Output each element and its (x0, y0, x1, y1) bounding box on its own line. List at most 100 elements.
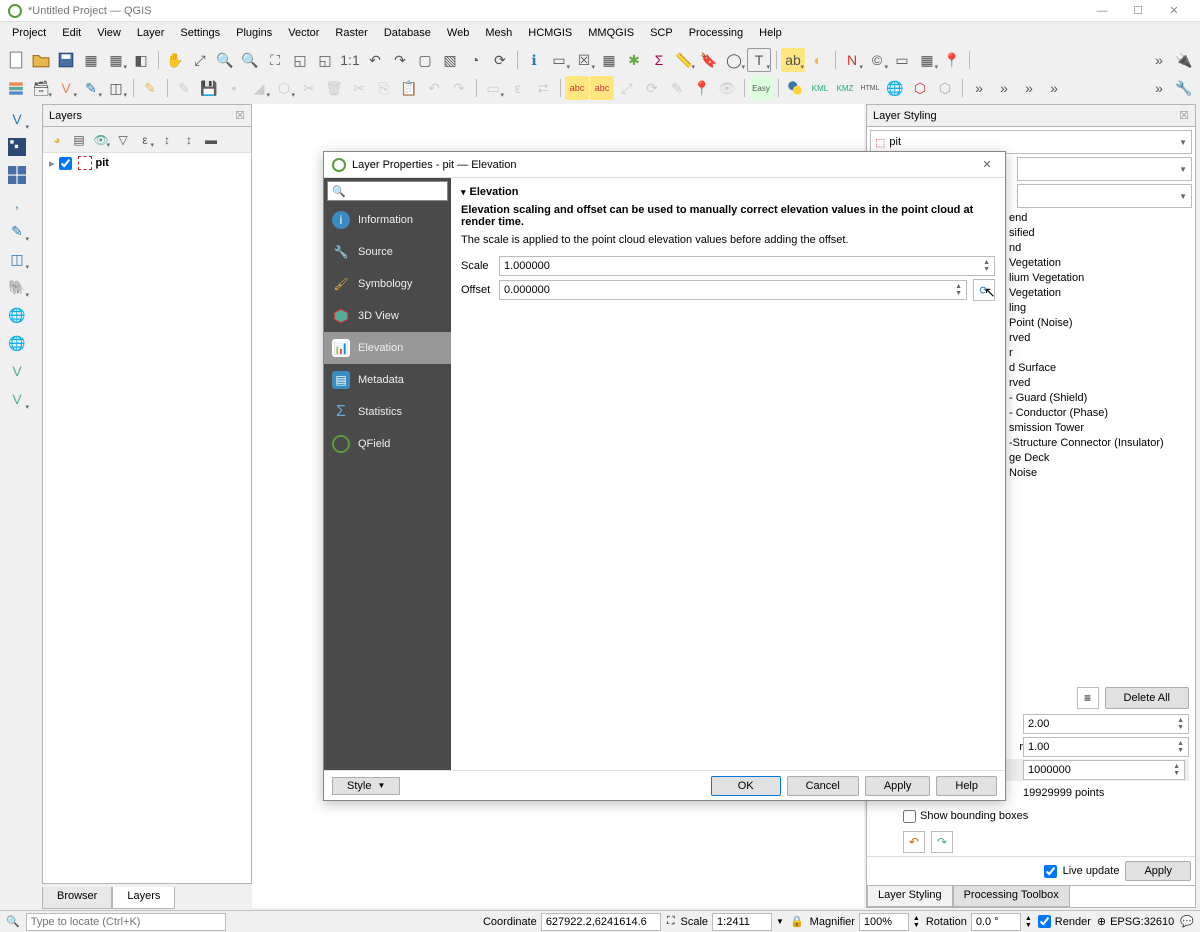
add-mesh-icon[interactable] (4, 162, 30, 188)
maximize-button[interactable]: ☐ (1120, 0, 1156, 22)
sidebar-item-3dview[interactable]: 3D View (324, 300, 451, 332)
new-map-icon[interactable]: ▢ (413, 48, 437, 72)
scale-bar-icon[interactable]: ▭ (890, 48, 914, 72)
layout-icon[interactable]: ▦ (79, 48, 103, 72)
list-item[interactable]: Noise (1007, 466, 1189, 481)
annotation-icon[interactable]: T (747, 48, 771, 72)
lock-icon[interactable]: 🔒 (790, 915, 804, 928)
list-item[interactable]: smission Tower (1007, 421, 1189, 436)
cancel-button[interactable]: Cancel (787, 776, 859, 796)
refresh-offset-icon[interactable]: ⟳ (973, 279, 995, 301)
print-icon[interactable]: ▦ (104, 48, 128, 72)
layer-item-pit[interactable]: ▸ pit (43, 153, 251, 173)
add-wms-icon[interactable]: 🌐 (4, 302, 30, 328)
bookmark-icon[interactable]: 🔖 (697, 48, 721, 72)
stats-icon[interactable]: Σ (647, 48, 671, 72)
paste-icon[interactable]: 📋 (397, 76, 421, 100)
zoom-in-icon[interactable]: 🔍 (213, 48, 237, 72)
tab-processing-toolbox[interactable]: Processing Toolbox (953, 886, 1070, 907)
layer-funnel-icon[interactable]: ▽ (113, 130, 133, 150)
list-item[interactable]: ling (1007, 301, 1189, 316)
sidebar-item-source[interactable]: 🔧Source (324, 236, 451, 268)
undo-icon[interactable]: ↶ (422, 76, 446, 100)
hex-red-icon[interactable]: ⬡ (908, 76, 932, 100)
styling-close-icon[interactable]: ☒ (1179, 109, 1189, 122)
list-item[interactable]: Vegetation (1007, 256, 1189, 271)
menu-scp[interactable]: SCP (642, 25, 681, 41)
list-item[interactable]: sified (1007, 226, 1189, 241)
new-vector-icon[interactable]: V (54, 76, 78, 100)
styling-apply-button[interactable]: Apply (1125, 861, 1191, 881)
renderer-selector[interactable]: ▼ (1017, 157, 1192, 181)
python-icon[interactable] (783, 76, 807, 100)
label-rotate-icon[interactable]: ⟳ (640, 76, 664, 100)
label-tool2-icon[interactable]: abc (590, 76, 614, 100)
select-expr-icon[interactable]: ε (506, 76, 530, 100)
menu-mmqgis[interactable]: MMQGIS (580, 25, 642, 41)
layer-visibility-checkbox[interactable] (59, 157, 72, 170)
menu-plugins[interactable]: Plugins (228, 25, 280, 41)
label-pin-icon[interactable]: 📍 (690, 76, 714, 100)
layer-eye-icon[interactable]: 👁 (91, 130, 111, 150)
list-item[interactable]: ge Deck (1007, 451, 1189, 466)
minimize-button[interactable]: — (1084, 0, 1120, 22)
undo-style-icon[interactable]: ↶ (903, 831, 925, 853)
classify-list-icon[interactable]: ≡ (1077, 687, 1099, 709)
dialog-close-icon[interactable]: ✕ (977, 155, 997, 175)
diagram-icon[interactable]: ◐ (806, 48, 830, 72)
virtual-layer-icon[interactable]: ◫ (104, 76, 128, 100)
menu-edit[interactable]: Edit (54, 25, 89, 41)
add-postgis-icon[interactable]: 🐘 (4, 274, 30, 300)
layer-remove-icon[interactable]: ▬ (201, 130, 221, 150)
chev4-icon[interactable]: » (1042, 76, 1066, 100)
locator-input[interactable] (26, 913, 226, 931)
add-gps-icon[interactable]: ✎ (4, 218, 30, 244)
layer-collapse-icon[interactable]: ↕ (179, 130, 199, 150)
close-button[interactable]: ✕ (1156, 0, 1192, 22)
list-item[interactable]: end (1007, 211, 1189, 226)
list-item[interactable]: rved (1007, 331, 1189, 346)
scale-input[interactable] (712, 913, 772, 931)
zoom-full-icon[interactable]: ⛶ (263, 48, 287, 72)
copyright-icon[interactable]: © (865, 48, 889, 72)
layer-expand-icon[interactable]: ↕ (157, 130, 177, 150)
list-item[interactable]: -Structure Connector (Insulator) (1007, 436, 1189, 451)
menu-view[interactable]: View (89, 25, 129, 41)
chev1-icon[interactable]: » (967, 76, 991, 100)
list-item[interactable]: d Surface (1007, 361, 1189, 376)
kmz-icon[interactable]: KMZ (833, 76, 857, 100)
menu-mesh[interactable]: Mesh (477, 25, 520, 41)
measure-icon[interactable]: 📏 (672, 48, 696, 72)
zoom-layer-icon[interactable]: ◱ (313, 48, 337, 72)
style-menu-button[interactable]: Style▼ (332, 777, 400, 795)
messages-icon[interactable]: 💬 (1180, 915, 1194, 928)
list-item[interactable]: Vegetation (1007, 286, 1189, 301)
help-chevron-icon[interactable]: » (1147, 48, 1171, 72)
bounding-checkbox[interactable] (903, 810, 916, 823)
list-item[interactable]: Point (Noise) (1007, 316, 1189, 331)
select-rect-icon[interactable]: ▭ (481, 76, 505, 100)
tab-browser[interactable]: Browser (42, 887, 112, 909)
list-item[interactable]: - Conductor (Phase) (1007, 406, 1189, 421)
pin-icon[interactable]: 📍 (940, 48, 964, 72)
menu-web[interactable]: Web (439, 25, 477, 41)
ok-button[interactable]: OK (711, 776, 781, 796)
chev2-icon[interactable]: » (992, 76, 1016, 100)
menu-raster[interactable]: Raster (327, 25, 375, 41)
chev3-icon[interactable]: » (1017, 76, 1041, 100)
attr-table-icon[interactable]: ▦ (597, 48, 621, 72)
list-item[interactable]: r (1007, 346, 1189, 361)
tab-layers[interactable]: Layers (112, 887, 175, 909)
crs-button[interactable]: ⊕EPSG:32610 (1097, 915, 1174, 928)
pan-icon[interactable]: ✋ (163, 48, 187, 72)
field-calc-icon[interactable]: ✱ (622, 48, 646, 72)
layer-style-icon[interactable]: ◕ (47, 130, 67, 150)
zoom-out-icon[interactable]: 🔍 (238, 48, 262, 72)
add-virtual-icon[interactable]: V (4, 358, 30, 384)
menu-help[interactable]: Help (751, 25, 790, 41)
redo-icon[interactable]: ↷ (447, 76, 471, 100)
live-update-checkbox[interactable] (1044, 865, 1057, 878)
style-manager-icon[interactable]: ◧ (129, 48, 153, 72)
menu-settings[interactable]: Settings (172, 25, 228, 41)
panel-close-icon[interactable]: ☒ (235, 109, 245, 122)
